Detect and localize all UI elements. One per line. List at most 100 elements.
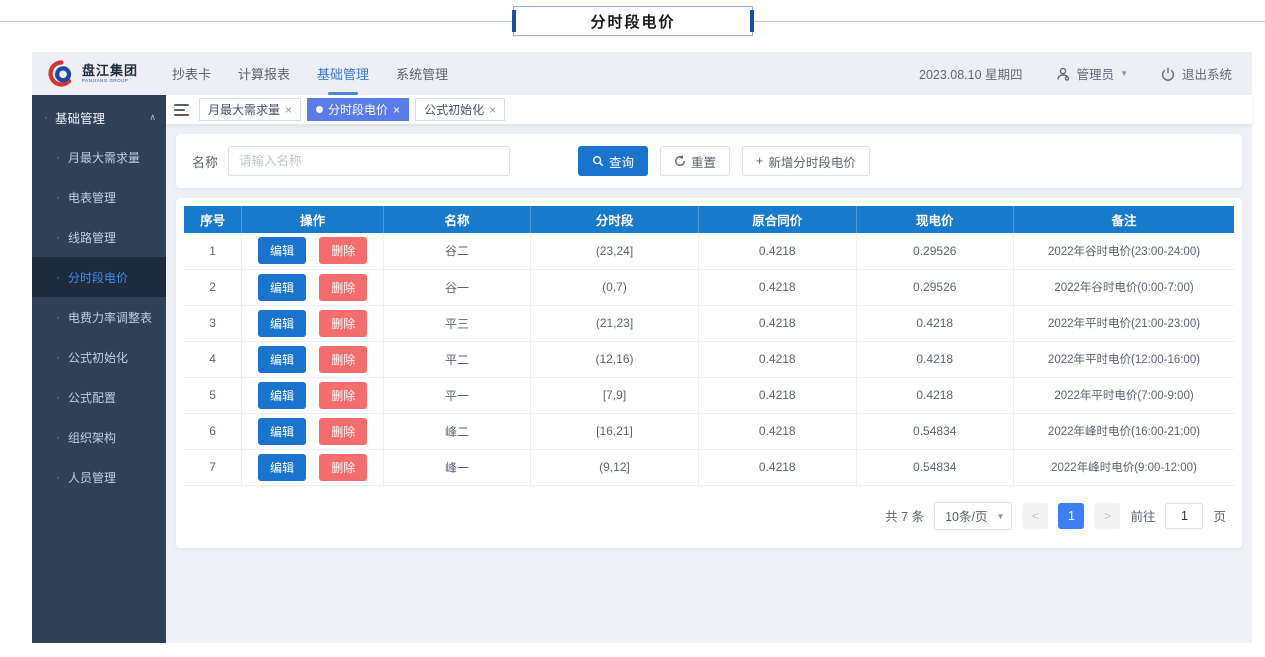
tabs-bar: 月最大需求量 × 分时段电价 × 公式初始化 × [166,95,1252,125]
cell-new-price: 0.29526 [856,269,1014,305]
sidebar-item-label: 人员管理 [68,469,116,486]
cell-period: (23,24] [531,233,699,269]
delete-button[interactable]: 删除 [319,274,367,301]
cell-actions: 编辑 删除 [242,269,384,305]
delete-button[interactable]: 删除 [319,418,367,445]
table-row: 7 编辑 删除 峰一 (9,12] 0.4218 0.54834 [184,449,1234,485]
sidebar-item-tou-price[interactable]: · 分时段电价 [32,257,166,297]
prev-page-button[interactable]: < [1022,503,1048,529]
edit-button[interactable]: 编辑 [258,382,306,409]
cell-period: (9,12] [531,449,699,485]
logout-button[interactable]: 退出系统 [1160,64,1232,83]
app-body: · 基础管理 ∧ · 月最大需求量 · 电表管理 · 线路管理 · [32,95,1252,643]
edit-button[interactable]: 编辑 [258,346,306,373]
query-button-label: 查询 [609,152,634,171]
sidebar-item-label: 分时段电价 [68,269,128,286]
tab-monthly-max-demand[interactable]: 月最大需求量 × [199,98,301,121]
nav-item-calc-report[interactable]: 计算报表 [238,52,290,95]
cell-period: [16,21] [531,413,699,449]
tabs-menu-icon[interactable] [174,104,189,116]
sidebar-group-basic-mgmt[interactable]: · 基础管理 ∧ [32,97,166,137]
edit-button[interactable]: 编辑 [258,274,306,301]
close-icon[interactable]: × [489,104,496,116]
bullet-icon: · [56,470,60,484]
sidebar-item-personnel-mgmt[interactable]: · 人员管理 [32,457,166,497]
edit-button[interactable]: 编辑 [258,454,306,481]
query-button[interactable]: 查询 [578,146,648,176]
delete-button[interactable]: 删除 [319,382,367,409]
annotation-title-box: 分时段电价 [513,6,753,36]
close-icon[interactable]: × [285,104,292,116]
tab-formula-init[interactable]: 公式初始化 × [415,98,505,121]
nav-item-system-mgmt[interactable]: 系统管理 [396,52,448,95]
cell-actions: 编辑 删除 [242,305,384,341]
sidebar-item-formula-config[interactable]: · 公式配置 [32,377,166,417]
name-field-label: 名称 [192,152,218,171]
cell-index: 1 [184,233,242,269]
user-icon [1055,66,1071,82]
col-header-index: 序号 [184,206,242,233]
sidebar-item-label: 公式初始化 [68,349,128,366]
cell-actions: 编辑 删除 [242,449,384,485]
cell-index: 2 [184,269,242,305]
add-tou-price-button[interactable]: + 新增分时段电价 [742,146,870,176]
delete-button[interactable]: 删除 [319,346,367,373]
goto-label: 前往 [1130,506,1155,525]
sidebar-group-label: 基础管理 [55,108,105,127]
edit-button[interactable]: 编辑 [258,310,306,337]
name-input[interactable] [228,146,510,176]
reset-button[interactable]: 重置 [660,146,730,176]
cell-remark: 2022年平时电价(7:00-9:00) [1014,377,1235,413]
sidebar-item-label: 公式配置 [68,389,116,406]
bullet-icon: · [56,390,60,404]
table-panel: 序号 操作 名称 分时段 原合同价 现电价 备注 [176,198,1242,548]
page-number-1[interactable]: 1 [1058,503,1084,529]
goto-page-input[interactable] [1165,503,1203,529]
edit-button[interactable]: 编辑 [258,418,306,445]
edit-button[interactable]: 编辑 [258,237,306,264]
user-dropdown[interactable]: 管理员 ▼ [1055,64,1128,83]
logout-label: 退出系统 [1182,64,1232,83]
navbar-right: 2023.08.10 星期四 管理员 ▼ 退出系统 [919,64,1232,83]
chevron-down-icon: ▼ [997,512,1005,521]
total-count: 共 7 条 [885,506,924,525]
next-page-button[interactable]: > [1094,503,1120,529]
nav-item-meter-card[interactable]: 抄表卡 [172,52,211,95]
bullet-icon: · [56,190,60,204]
close-icon[interactable]: × [393,104,400,116]
cell-period: (12,16) [531,341,699,377]
sidebar-item-line-mgmt[interactable]: · 线路管理 [32,217,166,257]
sidebar-item-label: 组织架构 [68,429,116,446]
bullet-icon: · [56,310,60,324]
page-size-select[interactable]: 10条/页 ▼ [934,502,1012,530]
cell-old-price: 0.4218 [699,305,857,341]
sidebar-item-monthly-max-demand[interactable]: · 月最大需求量 [32,137,166,177]
pagination: 共 7 条 10条/页 ▼ < 1 > 前往 页 [184,486,1234,544]
delete-button[interactable]: 删除 [319,454,367,481]
cell-new-price: 0.4218 [856,341,1014,377]
sidebar-item-formula-init[interactable]: · 公式初始化 [32,337,166,377]
delete-button[interactable]: 删除 [319,310,367,337]
tab-tou-price[interactable]: 分时段电价 × [307,98,409,121]
page-unit-label: 页 [1213,506,1226,525]
app-window: 盘江集团 PANJIANG GROUP 抄表卡 计算报表 基础管理 系统管理 2… [32,52,1252,643]
sidebar-item-org-structure[interactable]: · 组织架构 [32,417,166,457]
table-row: 5 编辑 删除 平一 [7,9] 0.4218 0.4218 2 [184,377,1234,413]
delete-button[interactable]: 删除 [319,237,367,264]
cell-new-price: 0.29526 [856,233,1014,269]
sidebar-item-label: 电表管理 [68,189,116,206]
brand-name-en: PANJIANG GROUP [82,78,132,83]
search-panel: 名称 查询 重置 [176,134,1242,188]
sidebar-item-power-factor-table[interactable]: · 电费力率调整表 [32,297,166,337]
col-header-actions: 操作 [242,206,384,233]
col-header-name: 名称 [384,206,531,233]
nav-item-basic-mgmt[interactable]: 基础管理 [317,52,369,95]
col-header-old-price: 原合同价 [699,206,857,233]
brand-logo: 盘江集团 PANJIANG GROUP [48,60,138,87]
sidebar-item-label: 月最大需求量 [68,149,140,166]
add-button-label: 新增分时段电价 [768,152,856,171]
sidebar-item-meter-mgmt[interactable]: · 电表管理 [32,177,166,217]
cell-old-price: 0.4218 [699,233,857,269]
plus-icon: + [756,154,763,168]
user-name: 管理员 [1077,64,1115,83]
